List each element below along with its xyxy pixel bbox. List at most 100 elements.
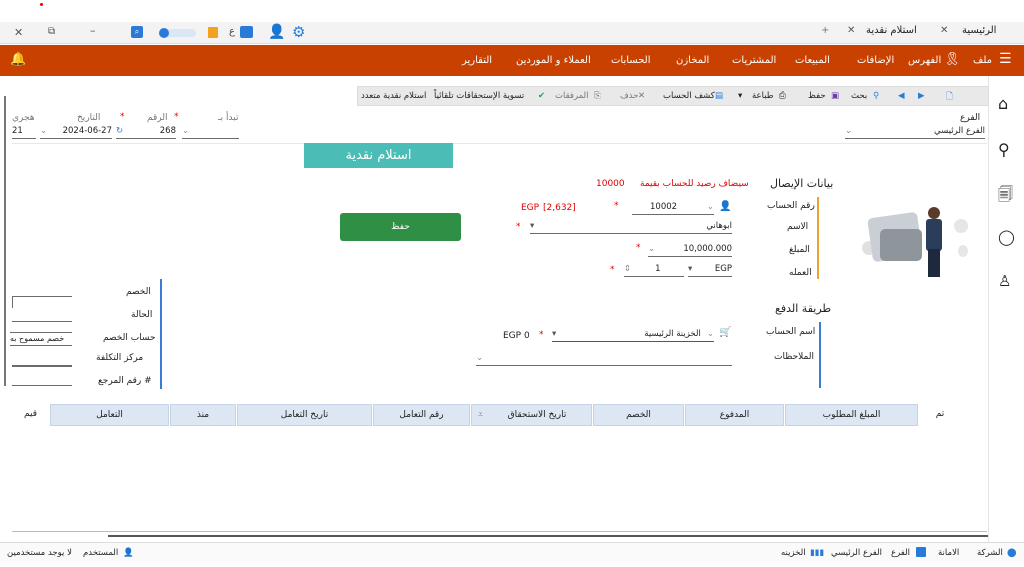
menu-stores[interactable]: المخازن [676,55,709,66]
payment-account-label: اسم الحساب [766,327,816,337]
arabic-letter-icon[interactable]: ع [229,26,235,37]
name-field[interactable]: ▾ ابوهاني [530,220,732,234]
menu-file[interactable]: ملف [973,55,992,66]
delete-button[interactable]: حذف [620,91,639,101]
name-label: الاسم [787,222,809,232]
tab-close-icon[interactable]: ✕ [940,25,948,43]
payment-account-value: ⌄ الخزينة الرئيسية [644,329,714,339]
statement-button[interactable]: كشف الحساب [663,91,715,101]
grid-col-transaction[interactable]: التعامل [50,404,169,426]
print-dropdown-icon[interactable]: ▾ [738,91,742,101]
prev-record-icon[interactable]: ◀ [898,91,905,101]
window-restore-icon[interactable]: ⧉ [48,26,55,37]
menu-reports[interactable]: التقارير [462,55,492,66]
print-button[interactable]: طباعة [752,91,774,101]
tab-add[interactable]: + [821,25,829,43]
status-trust: الامانة [938,548,960,558]
grid-col-transaction-no[interactable]: رقم التعامل [373,404,470,426]
grid-body[interactable] [12,427,987,532]
new-record-icon[interactable]: 🗋 [946,91,953,105]
name-value: ابوهاني [706,221,732,231]
account-no-label: رقم الحساب [767,201,815,211]
status-branch: الفرع [891,548,911,558]
grid-col-paid[interactable]: المدفوع [685,404,784,426]
user-icon[interactable]: 👤 [268,24,285,40]
tab-home[interactable]: الرئيسية [962,25,996,43]
date-field[interactable]: ⌄ 2024-06-27 [40,125,112,139]
hijri-field[interactable]: 21 [12,125,36,139]
search-button[interactable]: بحث [851,91,867,101]
statement-icon: ▤ [715,91,724,101]
ribbon-icon: 🎗 [944,52,961,67]
whatsapp-icon[interactable]: ◯ [998,228,1016,246]
menu-customers-suppliers[interactable]: العملاء و الموردين [516,55,591,66]
grid-col-value[interactable]: قيم [12,404,49,426]
grid-col-done[interactable]: تم [920,404,960,426]
cost-center-label: مركز التكلفة [96,353,144,363]
treasury-chart-icon: ▮▮▮ [810,548,825,558]
translate-icon[interactable] [240,26,253,38]
hijri-label: هجري [12,113,35,123]
account-no-field[interactable]: ⌄ 10002 [632,201,714,215]
bell-icon[interactable]: 🔔 [10,52,26,67]
grid-col-discount[interactable]: الخصم [593,404,684,426]
branch-checkbox-icon[interactable] [916,547,926,557]
auto-settle-button[interactable]: تسوية الإستحقاقات تلقائياً [434,91,524,101]
status-field[interactable] [12,308,72,322]
toggle-switch[interactable] [159,28,196,38]
branch-select[interactable]: ⌄ الفرع الرئيسي [845,125,985,139]
window-minimize-icon[interactable]: – [90,24,96,37]
attachments-button[interactable]: المرفقات [555,91,589,101]
grid-col-due-date[interactable]: ⩡ تاريخ الاستحقاق [471,404,592,426]
amount-field[interactable]: ⌄ 10,000.000 [648,243,732,257]
discount-account-field[interactable]: خصم مسموح به [10,332,72,346]
documents-icon[interactable]: 🗐 [998,184,1016,203]
menu-sales[interactable]: المبيعات [795,55,830,66]
hamburger-menu-icon[interactable]: ☰ [999,51,1012,67]
main-menu-bar: 🔔 التقارير العملاء و الموردين الحسابات ا… [0,45,1024,76]
settings-gear-icon[interactable]: ⚙ [292,23,305,41]
quick-search-icon[interactable]: ⌕ [131,26,143,38]
next-record-icon[interactable]: ▶ [918,91,925,101]
window-close-icon[interactable]: ✕ [14,26,23,39]
payment-section-bar [819,322,821,388]
grid-hscroll[interactable] [108,535,988,537]
starts-with-field[interactable]: ⌄ [182,125,239,139]
tab-close-icon[interactable]: ✕ [847,25,855,43]
currency-rate-field[interactable]: ⇕ 1 [624,263,684,277]
grid-col-transaction-date[interactable]: تاريخ التعامل [237,404,372,426]
menu-purchases[interactable]: المشتريات [732,55,776,66]
currency-label: العمله [789,268,812,278]
ref-no-label: رقم المرجع # [98,376,152,386]
date-value: 2024-06-27 [62,126,112,136]
currency-field[interactable]: ▾ EGP [688,263,732,277]
payment-account-field[interactable]: ▾ ⌄ الخزينة الرئيسية [552,328,714,342]
cart-icon[interactable]: 🛒 [719,327,731,338]
grid-col-since[interactable]: منذ [170,404,236,426]
calculator-icon[interactable] [208,27,218,38]
search-icon[interactable]: ⚲ [998,140,1016,159]
person-icon[interactable]: ♙ [998,272,1016,290]
customer-lookup-icon[interactable]: 👤 [719,201,731,212]
left-scrollbar[interactable] [4,96,6,386]
status-user: المستخدم [83,548,119,558]
menu-index[interactable]: الفهرس [908,55,941,66]
menu-accounts[interactable]: الحسابات [611,55,651,66]
discount-field[interactable] [12,296,72,308]
indicator-dot [40,3,43,6]
home-icon[interactable]: ⌂ [998,94,1016,113]
notes-field[interactable]: ⌄ [476,352,732,366]
ref-no-field[interactable] [12,366,72,386]
save-button[interactable]: حفظ [340,213,461,241]
cost-center-field[interactable] [12,352,72,366]
discount-section-bar [160,279,162,389]
tab-cash-receipt[interactable]: استلام نقدية [866,25,917,43]
starts-with-label: تبدأ بـ [218,113,239,123]
multi-receipt-button[interactable]: استلام نقدية متعدد [361,91,426,101]
amount-required-mark: * [636,243,641,253]
grid-col-required-amount[interactable]: المبلغ المطلوب [785,404,918,426]
number-field[interactable]: ↻ 268 [116,125,176,139]
save-toolbar-button[interactable]: حفظ [808,91,826,101]
menu-additions[interactable]: الإضافات [857,55,894,66]
currency-required-mark: * [610,265,615,275]
